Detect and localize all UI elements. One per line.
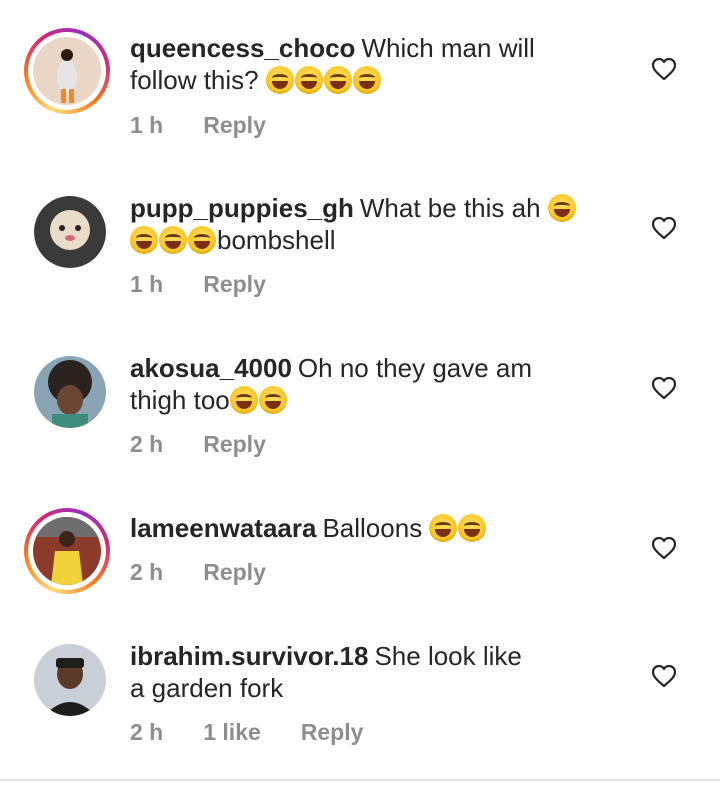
laughing-squint-emoji — [258, 386, 287, 414]
reply-button[interactable]: Reply — [203, 271, 266, 298]
comment-username[interactable]: queencess_choco — [130, 33, 355, 63]
comment-time: 1 h — [130, 271, 164, 297]
comment-text: ibrahim.survivor.18 She look like a garde… — [130, 640, 600, 704]
comment-text: queencess_choco Which man will follow thi… — [130, 32, 600, 96]
comment-meta: 1 h Reply — [130, 112, 266, 139]
comment-body-line1: She look like — [374, 641, 522, 671]
comment-time: 2 h — [130, 559, 164, 585]
likes-count[interactable]: 1 like — [203, 719, 261, 746]
comment-username[interactable]: pupp_puppies_gh — [130, 193, 354, 223]
comment-meta: 2 h Reply — [130, 431, 266, 458]
comment-text: pupp_puppies_gh What be this ah bombshell — [130, 192, 600, 256]
avatar[interactable] — [24, 348, 110, 434]
tears-of-joy-emoji — [265, 66, 294, 94]
heart-outline-icon[interactable] — [651, 376, 677, 400]
comment-text: akosua_4000 Oh no they gave am thigh too — [130, 352, 600, 416]
tears-of-joy-emoji — [130, 226, 158, 254]
comment-body-line2: bombshell — [217, 225, 336, 255]
comment-meta: 2 h Reply — [130, 559, 266, 586]
comment-time: 2 h — [130, 431, 164, 457]
tears-of-joy-emoji — [429, 514, 458, 542]
comment-body-line1: What be this ah — [359, 193, 541, 223]
comment-meta: 1 h Reply — [130, 271, 266, 298]
comment-body-line1: Oh no they gave am — [297, 353, 533, 383]
comment-body-line2: thigh too — [130, 385, 230, 415]
avatar-image — [34, 644, 106, 716]
heart-outline-icon[interactable] — [651, 57, 677, 81]
comment-time: 1 h — [130, 112, 164, 138]
laughing-squint-emoji — [229, 386, 258, 414]
tears-of-joy-emoji — [323, 66, 352, 94]
comment-body-line1: Which man will — [361, 33, 535, 63]
avatar-image — [34, 356, 106, 428]
comment-username[interactable]: lameenwataara — [130, 513, 316, 543]
reply-button[interactable]: Reply — [203, 559, 266, 586]
tears-of-joy-emoji — [352, 66, 381, 94]
tears-of-joy-emoji — [188, 226, 216, 254]
avatar[interactable] — [24, 28, 110, 114]
comment-body-line2: follow this? — [130, 65, 259, 95]
heart-outline-icon[interactable] — [651, 536, 677, 560]
avatar[interactable] — [24, 188, 110, 274]
avatar[interactable] — [24, 636, 110, 722]
comment-body-line1: Balloons — [322, 513, 423, 543]
comment-username[interactable]: ibrahim.survivor.18 — [130, 641, 368, 671]
tears-of-joy-emoji — [458, 514, 487, 542]
tears-of-joy-emoji — [159, 226, 187, 254]
comment-body-line2: a garden fork — [130, 673, 284, 703]
avatar-image — [33, 517, 101, 585]
comment-username[interactable]: akosua_4000 — [130, 353, 292, 383]
avatar[interactable] — [24, 508, 110, 594]
reply-button[interactable]: Reply — [203, 431, 266, 458]
heart-outline-icon[interactable] — [651, 664, 677, 688]
reply-button[interactable]: Reply — [203, 112, 266, 139]
reply-button[interactable]: Reply — [301, 719, 364, 746]
heart-outline-icon[interactable] — [651, 216, 677, 240]
comment-text: lameenwataara Balloons — [130, 512, 600, 544]
divider — [0, 779, 720, 781]
avatar-image — [34, 196, 106, 268]
avatar-image — [33, 37, 101, 105]
tears-of-joy-emoji — [294, 66, 323, 94]
comment-meta: 2 h 1 like Reply — [130, 719, 363, 746]
tears-of-joy-emoji — [547, 194, 576, 222]
comment-time: 2 h — [130, 719, 164, 745]
